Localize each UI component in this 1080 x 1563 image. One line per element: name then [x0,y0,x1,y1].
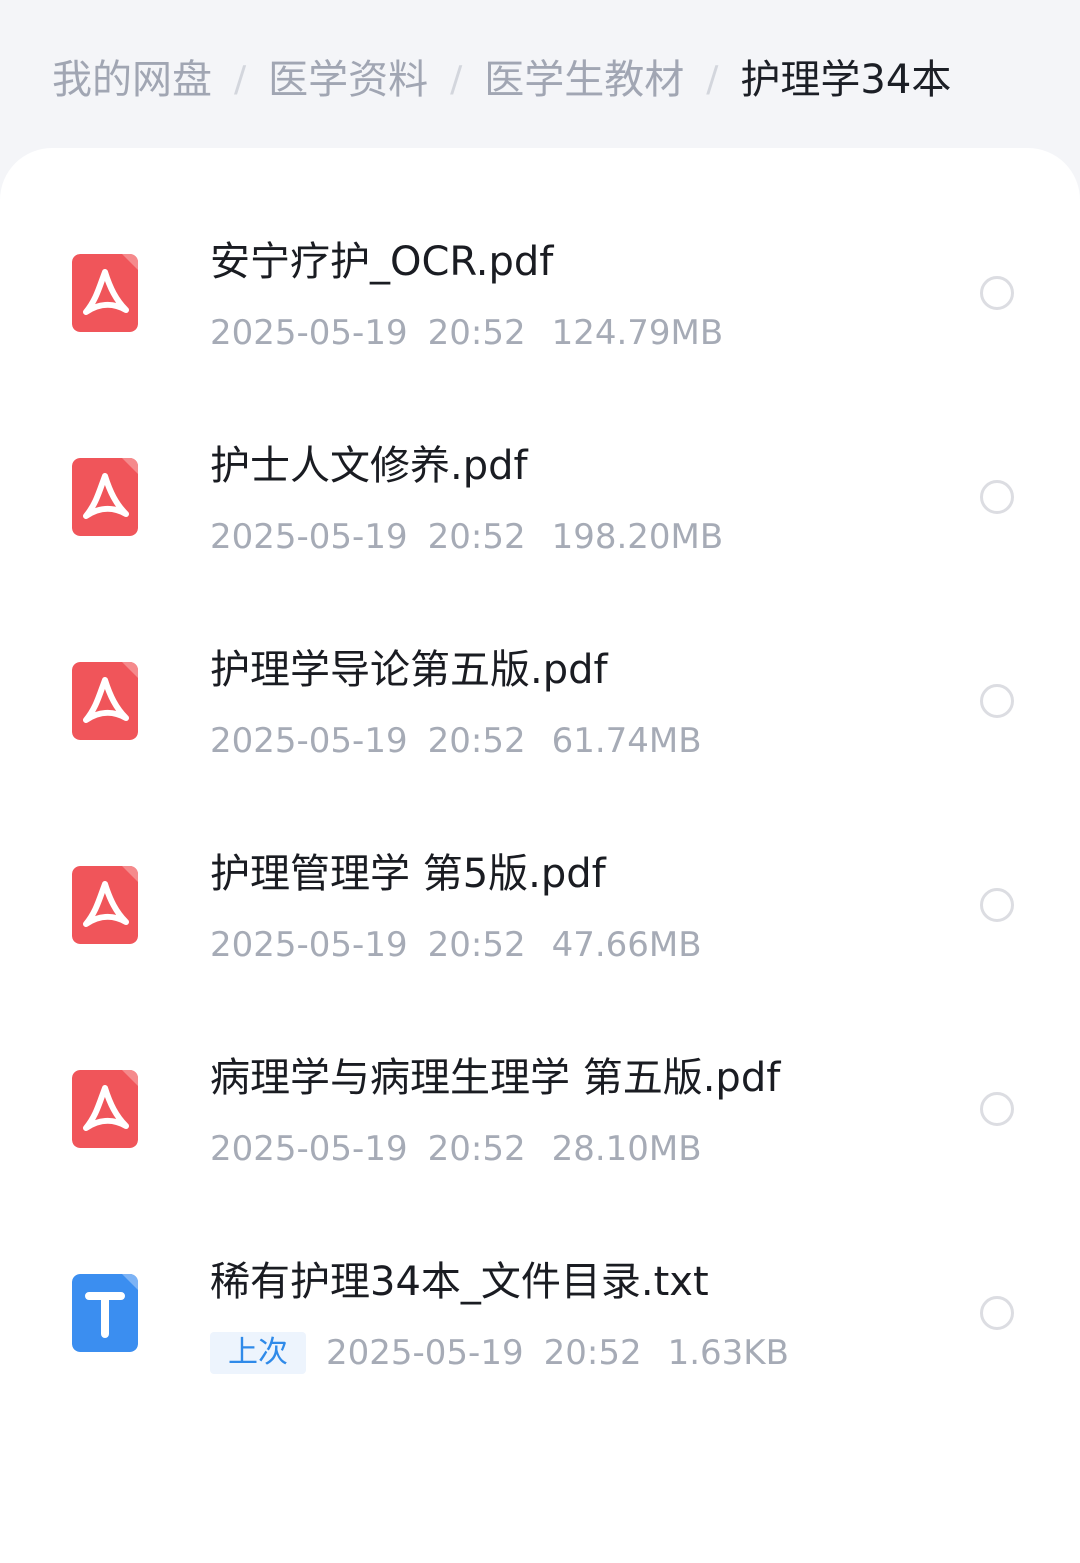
file-name: 护士人文修养.pdf [210,443,528,489]
file-list-item[interactable]: 病理学与病理生理学 第五版.pdf 2025-05-19 20:52 28.10… [0,1008,1080,1212]
file-date: 2025-05-19 [210,1129,408,1169]
breadcrumb-separator: / [234,59,247,100]
file-name: 稀有护理34本_文件目录.txt [210,1259,709,1305]
file-size: 47.66MB [551,925,702,965]
file-date: 2025-05-19 [210,925,408,965]
txt-file-icon [72,1274,138,1352]
breadcrumb: 我的网盘 / 医学资料 / 医学生教材 / 护理学34本 [52,52,951,108]
file-list: 2025-05-19 20:52 198.08MB 安宁疗护_OCR.pdf 2… [0,148,1080,1416]
file-size: 124.79MB [551,313,724,353]
file-list-panel: 2025-05-19 20:52 198.08MB 安宁疗护_OCR.pdf 2… [0,148,1080,1563]
file-list-item[interactable]: 护理管理学 第5版.pdf 2025-05-19 20:52 47.66MB [0,804,1080,1008]
file-list-item[interactable]: 稀有护理34本_文件目录.txt 上次 2025-05-19 20:52 1.6… [0,1212,1080,1416]
pdf-file-icon [72,458,138,536]
file-meta: 2025-05-19 20:52 28.10MB [210,1126,702,1172]
file-meta: 2025-05-19 20:52 47.66MB [210,922,702,968]
pdf-file-icon [72,1070,138,1148]
file-size: 1.63KB [667,1333,789,1373]
pdf-file-icon [72,866,138,944]
breadcrumb-separator: / [450,59,463,100]
file-time: 20:52 [427,721,526,761]
breadcrumb-item-medical-textbooks[interactable]: 医学生教材 [484,52,684,108]
file-date: 2025-05-19 [326,1333,524,1373]
select-checkbox[interactable] [980,1092,1014,1126]
select-checkbox[interactable] [980,480,1014,514]
select-checkbox[interactable] [980,276,1014,310]
file-meta: 2025-05-19 20:52 124.79MB [210,310,723,356]
file-time: 20:52 [428,148,526,152]
select-checkbox[interactable] [980,684,1014,718]
file-list-item[interactable]: 护士人文修养.pdf 2025-05-19 20:52 198.20MB [0,396,1080,600]
file-name: 病理学与病理生理学 第五版.pdf [210,1055,781,1101]
pdf-file-icon [72,662,138,740]
file-size: 198.20MB [551,517,724,557]
breadcrumb-item-current-folder: 护理学34本 [740,57,952,103]
file-date: 2025-05-19 [210,313,408,353]
file-meta: 2025-05-19 20:52 198.20MB [210,514,723,560]
select-checkbox[interactable] [980,888,1014,922]
file-list-item[interactable]: 护理学导论第五版.pdf 2025-05-19 20:52 61.74MB [0,600,1080,804]
file-name: 护理管理学 第5版.pdf [210,851,606,897]
file-name: 护理学导论第五版.pdf [210,647,608,693]
file-time: 20:52 [427,313,526,353]
file-meta: 2025-05-19 20:52 198.08MB [210,148,723,152]
file-meta: 2025-05-19 20:52 61.74MB [210,718,702,764]
file-size: 198.08MB [552,148,724,152]
file-date: 2025-05-19 [210,148,408,152]
last-opened-badge: 上次 [210,1332,306,1374]
file-time: 20:52 [427,925,526,965]
file-meta: 上次 2025-05-19 20:52 1.63KB [210,1330,789,1376]
breadcrumb-separator: / [706,59,719,100]
file-date: 2025-05-19 [210,517,408,557]
pdf-file-icon [72,254,138,332]
file-size: 61.74MB [551,721,702,761]
file-date: 2025-05-19 [210,721,408,761]
file-time: 20:52 [427,517,526,557]
file-time: 20:52 [543,1333,642,1373]
file-list-item[interactable]: 2025-05-19 20:52 198.08MB [0,148,1080,192]
breadcrumb-item-medical-materials[interactable]: 医学资料 [268,52,428,108]
top-bar: 我的网盘 / 医学资料 / 医学生教材 / 护理学34本 [0,0,1080,160]
file-name: 安宁疗护_OCR.pdf [210,239,554,285]
select-checkbox[interactable] [980,1296,1014,1330]
breadcrumb-item-my-drive[interactable]: 我的网盘 [52,52,212,108]
file-size: 28.10MB [551,1129,702,1169]
file-time: 20:52 [427,1129,526,1169]
file-list-item[interactable]: 安宁疗护_OCR.pdf 2025-05-19 20:52 124.79MB [0,192,1080,396]
